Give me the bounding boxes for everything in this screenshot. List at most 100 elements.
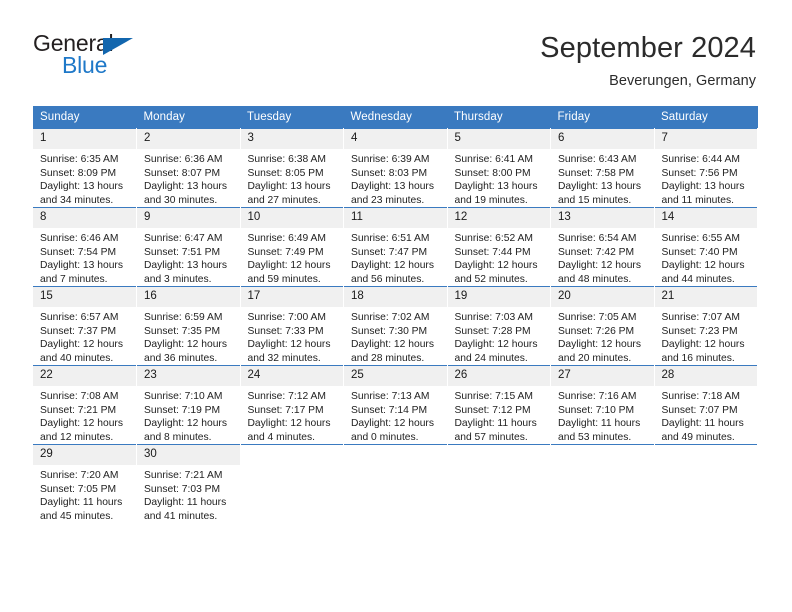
sunset-text: Sunset: 7:19 PM xyxy=(144,404,221,416)
daylight-text: and 15 minutes. xyxy=(558,194,632,206)
calendar-day-cell[interactable]: 12 Sunrise: 6:52 AM Sunset: 7:44 PM Dayligh… xyxy=(447,207,551,287)
daylight-text: and 36 minutes. xyxy=(144,352,218,364)
sunrise-text: Sunrise: 6:44 AM xyxy=(661,153,740,165)
calendar-day-cell[interactable]: 9 Sunrise: 6:47 AM Sunset: 7:51 PM Daylight… xyxy=(136,207,241,287)
day-details: Sunrise: 6:46 AM Sunset: 7:54 PM Daylight:… xyxy=(33,228,136,286)
calendar-day-cell[interactable]: 17 Sunrise: 7:00 AM Sunset: 7:33 PM Dayligh… xyxy=(240,286,344,366)
daylight-text: and 48 minutes. xyxy=(558,273,632,285)
day-details: Sunrise: 6:55 AM Sunset: 7:40 PM Daylight:… xyxy=(655,228,758,286)
daylight-text: Daylight: 12 hours xyxy=(454,339,538,351)
calendar-day-cell[interactable]: 16 Sunrise: 6:59 AM Sunset: 7:35 PM Dayligh… xyxy=(136,286,241,366)
daylight-text: Daylight: 12 hours xyxy=(40,418,123,430)
calendar-day-cell[interactable]: 1 Sunrise: 6:35 AM Sunset: 8:09 PM Daylight… xyxy=(33,128,137,208)
day-number: 13 xyxy=(551,208,654,228)
day-details: Sunrise: 7:07 AM Sunset: 7:23 PM Daylight:… xyxy=(655,307,758,365)
calendar-day-cell[interactable]: 4 Sunrise: 6:39 AM Sunset: 8:03 PM Daylight… xyxy=(343,128,448,208)
calendar-day-cell[interactable]: 6 Sunrise: 6:43 AM Sunset: 7:58 PM Daylight… xyxy=(550,128,655,208)
day-number: 18 xyxy=(344,287,447,307)
day-details: Sunrise: 7:18 AM Sunset: 7:07 PM Daylight:… xyxy=(655,386,758,444)
daylight-text: Daylight: 12 hours xyxy=(247,418,331,430)
daylight-text: Daylight: 12 hours xyxy=(144,418,227,430)
day-details: Sunrise: 7:02 AM Sunset: 7:30 PM Daylight:… xyxy=(344,307,447,365)
day-number: 2 xyxy=(137,129,240,149)
day-details: Sunrise: 6:44 AM Sunset: 7:56 PM Daylight:… xyxy=(655,149,758,207)
calendar-day-cell[interactable]: 21 Sunrise: 7:07 AM Sunset: 7:23 PM Dayligh… xyxy=(654,286,758,366)
calendar-day-cell[interactable]: 13 Sunrise: 6:54 AM Sunset: 7:42 PM Dayligh… xyxy=(550,207,655,287)
day-number: 20 xyxy=(551,287,654,307)
daylight-text: Daylight: 11 hours xyxy=(40,497,123,509)
calendar-day-cell[interactable]: 11 Sunrise: 6:51 AM Sunset: 7:47 PM Dayligh… xyxy=(343,207,448,287)
calendar-day-cell[interactable]: 14 Sunrise: 6:55 AM Sunset: 7:40 PM Dayligh… xyxy=(654,207,758,287)
calendar-day-cell[interactable]: 20 Sunrise: 7:05 AM Sunset: 7:26 PM Dayligh… xyxy=(550,286,655,366)
calendar-day-cell[interactable]: 2 Sunrise: 6:36 AM Sunset: 8:07 PM Daylight… xyxy=(136,128,241,208)
sunrise-text: Sunrise: 6:36 AM xyxy=(144,153,223,165)
weekday-header-thursday: Thursday xyxy=(447,106,551,129)
sunrise-text: Sunrise: 6:41 AM xyxy=(454,153,533,165)
daylight-text: and 44 minutes. xyxy=(661,273,735,285)
day-details: Sunrise: 7:12 AM Sunset: 7:17 PM Daylight:… xyxy=(241,386,344,444)
calendar-day-cell[interactable]: 29 Sunrise: 7:20 AM Sunset: 7:05 PM Dayligh… xyxy=(33,444,137,524)
day-number: 3 xyxy=(240,129,343,149)
day-number xyxy=(344,445,447,454)
calendar-day-cell[interactable]: 8 Sunrise: 6:46 AM Sunset: 7:54 PM Daylight… xyxy=(33,207,137,287)
calendar-day-cell[interactable]: 26 Sunrise: 7:15 AM Sunset: 7:12 PM Dayligh… xyxy=(447,365,551,445)
daylight-text: Daylight: 13 hours xyxy=(247,181,331,193)
calendar-day-cell[interactable]: 30 Sunrise: 7:21 AM Sunset: 7:03 PM Dayligh… xyxy=(136,444,241,524)
day-number: 21 xyxy=(654,287,757,307)
calendar-day-cell[interactable]: 25 Sunrise: 7:13 AM Sunset: 7:14 PM Dayligh… xyxy=(343,365,448,445)
day-number: 1 xyxy=(33,129,136,149)
daylight-text: and 53 minutes. xyxy=(558,431,632,443)
weekday-header-sunday: Sunday xyxy=(33,106,137,129)
calendar-day-cell[interactable]: 19 Sunrise: 7:03 AM Sunset: 7:28 PM Dayligh… xyxy=(447,286,551,366)
sunset-text: Sunset: 7:17 PM xyxy=(247,404,324,416)
calendar-day-cell[interactable]: 22 Sunrise: 7:08 AM Sunset: 7:21 PM Dayligh… xyxy=(33,365,137,445)
daylight-text: and 57 minutes. xyxy=(454,431,528,443)
calendar-day-cell[interactable]: 24 Sunrise: 7:12 AM Sunset: 7:17 PM Dayligh… xyxy=(240,365,344,445)
sunrise-text: Sunrise: 7:13 AM xyxy=(351,390,430,402)
daylight-text: Daylight: 12 hours xyxy=(144,339,227,351)
calendar-day-cell[interactable]: 7 Sunrise: 6:44 AM Sunset: 7:56 PM Daylight… xyxy=(654,128,758,208)
sunset-text: Sunset: 7:49 PM xyxy=(247,246,324,258)
day-number: 24 xyxy=(240,366,343,386)
daylight-text: Daylight: 12 hours xyxy=(661,339,745,351)
day-details: Sunrise: 6:57 AM Sunset: 7:37 PM Daylight:… xyxy=(33,307,136,365)
sunset-text: Sunset: 7:58 PM xyxy=(558,167,635,179)
daylight-text: and 30 minutes. xyxy=(144,194,218,206)
calendar-day-cell[interactable]: 28 Sunrise: 7:18 AM Sunset: 7:07 PM Dayligh… xyxy=(654,365,758,445)
weekday-header-friday: Friday xyxy=(550,106,654,129)
calendar-empty-cell xyxy=(550,444,655,524)
day-number xyxy=(447,445,550,454)
daylight-text: Daylight: 13 hours xyxy=(40,260,123,272)
calendar-day-cell[interactable]: 5 Sunrise: 6:41 AM Sunset: 8:00 PM Daylight… xyxy=(447,128,551,208)
daylight-text: Daylight: 12 hours xyxy=(247,260,331,272)
calendar-day-cell[interactable]: 3 Sunrise: 6:38 AM Sunset: 8:05 PM Daylight… xyxy=(240,128,344,208)
calendar-day-cell[interactable]: 10 Sunrise: 6:49 AM Sunset: 7:49 PM Dayligh… xyxy=(240,207,344,287)
daylight-text: Daylight: 11 hours xyxy=(454,418,537,430)
day-number: 4 xyxy=(344,129,447,149)
calendar-day-cell[interactable]: 27 Sunrise: 7:16 AM Sunset: 7:10 PM Dayligh… xyxy=(550,365,655,445)
weekday-header-wednesday: Wednesday xyxy=(343,106,447,129)
generalblue-logo[interactable]: General Blue xyxy=(33,30,153,78)
daylight-text: and 12 minutes. xyxy=(40,431,114,443)
sunset-text: Sunset: 7:30 PM xyxy=(351,325,428,337)
day-number: 9 xyxy=(137,208,240,228)
calendar-day-cell[interactable]: 18 Sunrise: 7:02 AM Sunset: 7:30 PM Dayligh… xyxy=(343,286,448,366)
sunset-text: Sunset: 7:26 PM xyxy=(558,325,635,337)
sunset-text: Sunset: 7:47 PM xyxy=(351,246,428,258)
sunset-text: Sunset: 7:23 PM xyxy=(661,325,738,337)
sunset-text: Sunset: 8:00 PM xyxy=(454,167,531,179)
calendar-table: Sunday Monday Tuesday Wednesday Thursday… xyxy=(33,106,758,524)
calendar-day-cell[interactable]: 15 Sunrise: 6:57 AM Sunset: 7:37 PM Dayligh… xyxy=(33,286,137,366)
calendar-day-cell[interactable]: 23 Sunrise: 7:10 AM Sunset: 7:19 PM Dayligh… xyxy=(136,365,241,445)
daylight-text: Daylight: 11 hours xyxy=(558,418,641,430)
sunrise-text: Sunrise: 6:59 AM xyxy=(144,311,223,323)
day-details: Sunrise: 6:59 AM Sunset: 7:35 PM Daylight:… xyxy=(137,307,240,365)
sunset-text: Sunset: 8:09 PM xyxy=(40,167,117,179)
daylight-text: and 19 minutes. xyxy=(454,194,528,206)
daylight-text: Daylight: 12 hours xyxy=(247,339,331,351)
sunrise-text: Sunrise: 7:05 AM xyxy=(558,311,637,323)
sunset-text: Sunset: 7:10 PM xyxy=(558,404,635,416)
day-number: 14 xyxy=(654,208,757,228)
day-number xyxy=(654,445,757,454)
triangle-icon xyxy=(103,38,133,55)
